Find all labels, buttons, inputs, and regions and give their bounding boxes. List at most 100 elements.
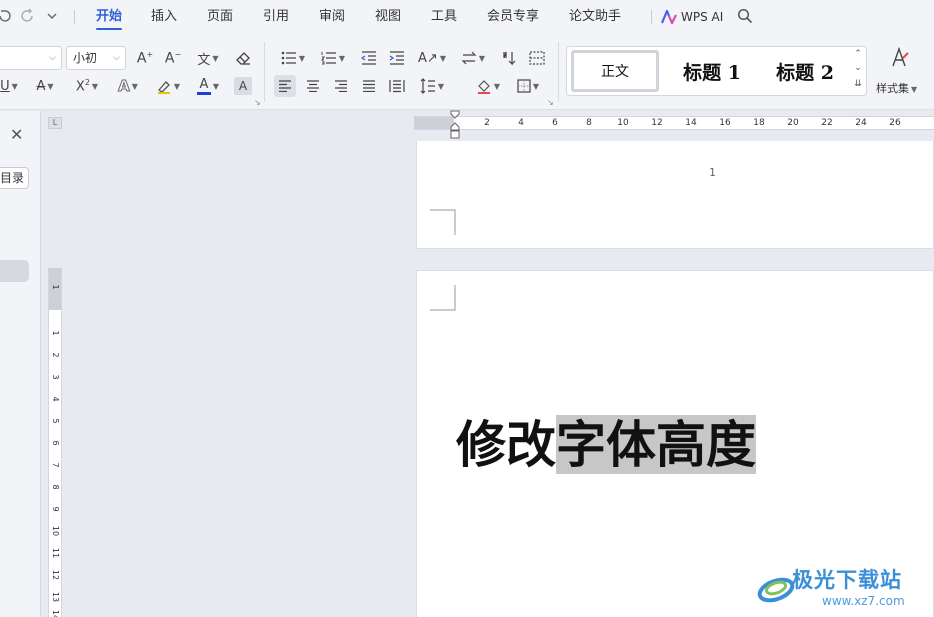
superscript-button[interactable]: X2 ▼ — [72, 75, 102, 97]
ruler-tick: 18 — [753, 118, 765, 128]
tab-view[interactable]: 视图 — [375, 0, 401, 34]
chinese-layout-button[interactable]: ▼ — [458, 47, 488, 69]
ruler-tick: 7 — [51, 462, 60, 468]
group-divider — [264, 42, 265, 102]
chevron-down-icon: ⌵ — [49, 53, 56, 63]
watermark-url: www.xz7.com — [822, 594, 905, 608]
align-left-icon — [279, 80, 291, 92]
chevron-down-icon: ⌵ — [113, 53, 120, 63]
shading-button[interactable]: ▼ — [472, 75, 504, 97]
selected-text[interactable]: 字体高度 — [556, 415, 756, 474]
decrease-indent-button[interactable] — [358, 47, 380, 69]
align-right-button[interactable] — [330, 75, 352, 97]
nav-heading-item[interactable] — [0, 260, 29, 282]
tab-tools[interactable]: 工具 — [431, 0, 457, 34]
navigation-pane: ✕ 目录 — [0, 111, 41, 617]
tab-review[interactable]: 审阅 — [319, 0, 345, 34]
wps-ai-button[interactable]: WPS AI — [681, 0, 723, 34]
text-effect-button[interactable]: A ▼ — [112, 75, 144, 97]
font-dialog-launcher-icon[interactable]: ↘ — [254, 98, 261, 107]
character-shading-button[interactable]: A — [234, 77, 252, 95]
sort-button[interactable] — [498, 47, 520, 69]
bullet-list-button[interactable]: ▼ — [278, 47, 308, 69]
font-family-combo[interactable]: ⌵ — [0, 46, 62, 70]
vertical-ruler[interactable]: 1 1 2 3 4 5 6 7 8 9 10 11 12 13 14 — [48, 268, 62, 617]
document-page[interactable] — [416, 141, 934, 249]
close-icon[interactable]: ✕ — [10, 125, 23, 144]
text-direction-icon: A↗ — [418, 50, 438, 66]
ruler-tick: 3 — [51, 374, 60, 380]
gallery-expand-icon[interactable]: ⇊ — [853, 79, 863, 89]
distributed-align-button[interactable] — [386, 75, 408, 97]
numbered-list-icon — [320, 52, 336, 65]
highlighter-icon — [157, 81, 170, 94]
style-brush-icon — [892, 46, 909, 67]
wps-ai-logo-icon — [660, 8, 677, 26]
indent-icon — [389, 51, 404, 65]
ruler-tick: 6 — [51, 440, 60, 446]
align-left-button[interactable] — [274, 75, 296, 97]
tab-stop-selector[interactable]: L — [48, 117, 62, 129]
increase-indent-button[interactable] — [386, 47, 408, 69]
style-set-icon-button[interactable] — [888, 46, 912, 68]
bullet-list-icon — [281, 51, 296, 65]
undo-icon[interactable] — [0, 8, 14, 24]
watermark-logo — [757, 577, 795, 603]
paint-bucket-icon — [477, 80, 490, 94]
line-spacing-button[interactable]: ▼ — [416, 75, 448, 97]
style-heading-2[interactable]: 标题 2 — [765, 50, 845, 92]
redo-icon[interactable] — [20, 8, 36, 24]
swap-icon — [461, 51, 477, 65]
style-normal[interactable]: 正文 — [571, 50, 659, 92]
ruler-tick: 26 — [889, 118, 901, 128]
phonetic-guide-button[interactable]: 文 ▼ — [192, 47, 224, 69]
distributed-align-icon — [389, 80, 405, 93]
gallery-scroll-down-icon[interactable]: ⌄ — [853, 63, 863, 73]
font-size-combo[interactable]: 小初 ⌵ — [66, 46, 126, 70]
borders-button[interactable]: ▼ — [512, 75, 544, 97]
ruler-tick: 11 — [51, 547, 60, 559]
document-text[interactable]: 修改 — [456, 415, 556, 474]
justify-icon — [363, 80, 375, 92]
ruler-tick: 2 — [51, 352, 60, 358]
search-icon[interactable] — [737, 8, 753, 24]
underline-button[interactable]: U ▼ — [0, 75, 22, 97]
phonetic-icon: 文 — [197, 52, 211, 68]
font-color-button[interactable]: A ▼ — [192, 75, 224, 97]
style-set-button[interactable]: 样式集 ▼ — [876, 80, 917, 96]
superscript-icon: X2 — [75, 77, 90, 95]
gallery-scroll-up-icon[interactable]: ⌃ — [853, 49, 863, 59]
ruler-tick: 24 — [855, 118, 867, 128]
strikethrough-button[interactable]: A ▼ — [30, 75, 60, 97]
eraser-icon — [236, 52, 250, 65]
ruler-tick: 1 — [51, 284, 60, 290]
line-spacing-icon — [420, 78, 435, 94]
margin-corner-mark — [430, 285, 456, 311]
increase-font-size-button[interactable]: A+ — [134, 47, 156, 69]
numbered-list-button[interactable]: ▼ — [318, 47, 348, 69]
ruler-tick: 8 — [586, 118, 592, 128]
align-center-button[interactable] — [302, 75, 324, 97]
text-direction-button[interactable]: A↗ ▼ — [416, 47, 448, 69]
justify-button[interactable] — [358, 75, 380, 97]
toc-button[interactable]: 目录 — [0, 167, 29, 189]
indent-marker-icon[interactable] — [449, 110, 461, 140]
tab-page[interactable]: 页面 — [207, 0, 233, 34]
outdent-icon — [361, 51, 376, 65]
highlight-button[interactable]: ▼ — [152, 75, 184, 97]
tab-references[interactable]: 引用 — [263, 0, 289, 34]
ruler-tick: 16 — [719, 118, 731, 128]
tab-insert[interactable]: 插入 — [151, 0, 177, 34]
clear-formatting-button[interactable] — [232, 47, 254, 69]
chevron-down-icon[interactable] — [46, 8, 62, 24]
tab-paper-assistant[interactable]: 论文助手 — [569, 0, 621, 34]
ruler-tick: 4 — [51, 396, 60, 402]
horizontal-ruler[interactable]: 2 4 6 8 10 12 14 16 18 20 22 24 26 — [414, 116, 934, 130]
decrease-font-size-button[interactable]: A− — [162, 47, 184, 69]
ruler-margin — [414, 117, 454, 129]
show-hide-marks-button[interactable] — [526, 47, 548, 69]
paragraph-dialog-launcher-icon[interactable]: ↘ — [547, 98, 554, 107]
document-paragraph[interactable]: 修改字体高度 — [456, 413, 756, 477]
tab-member[interactable]: 会员专享 — [487, 0, 539, 34]
style-heading-1[interactable]: 标题 1 — [671, 50, 753, 92]
